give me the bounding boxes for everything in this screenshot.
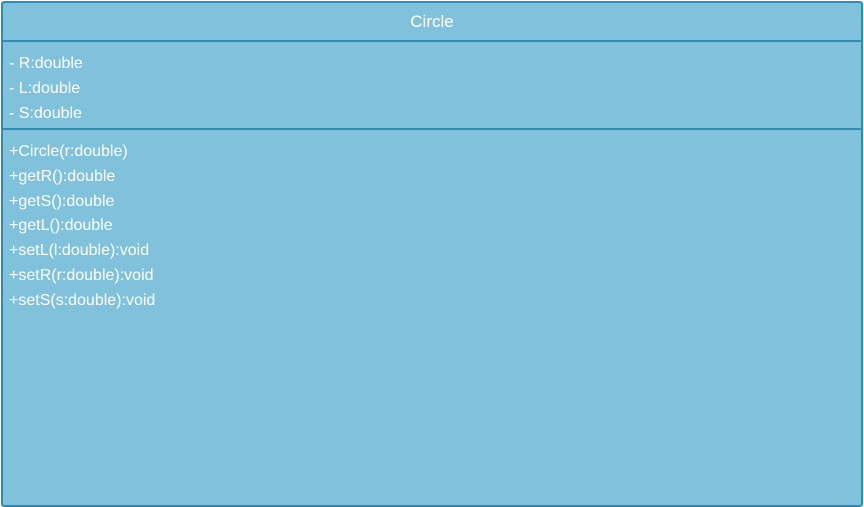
attribute-l: - L:double — [9, 79, 81, 97]
operation-set-s: +setS(s:double):void — [9, 291, 156, 309]
operation-set-l: +setL(l:double):void — [9, 242, 150, 260]
attribute-r: - R:double — [9, 55, 83, 72]
operation-constructor: +Circle(r:double) — [9, 143, 128, 160]
operation-set-r: +setR(r:double):void — [9, 266, 154, 284]
attributes-compartment: - R:double - L:double - S:double — [3, 42, 861, 130]
class-name: Circle — [3, 3, 861, 42]
operation-get-s: +getS():double — [9, 192, 115, 210]
operation-get-l: +getL():double — [9, 217, 113, 235]
uml-class-box[interactable]: Circle - R:double - L:double - S:double … — [1, 1, 863, 507]
operations-compartment: +Circle(r:double) +getR():double +getS()… — [3, 130, 861, 314]
attribute-s: - S:double — [9, 104, 82, 122]
operation-get-r: +getR():double — [9, 167, 116, 185]
